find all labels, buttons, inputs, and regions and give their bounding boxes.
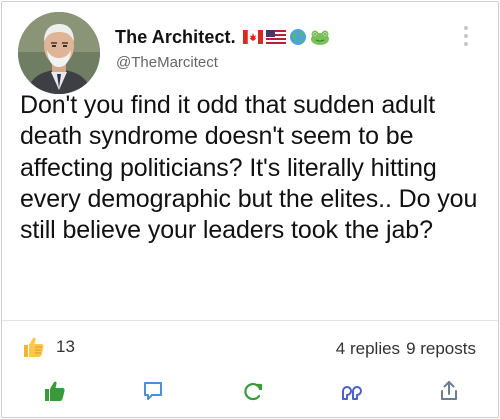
repost-button[interactable] [238, 376, 268, 406]
post-card[interactable]: The Architect. @TheMarcitect Don't you f… [1, 1, 499, 418]
replies-count[interactable]: 4 replies [336, 339, 400, 359]
share-button[interactable] [434, 376, 464, 406]
like-icon [45, 381, 65, 401]
globe-icon [289, 29, 306, 45]
reply-icon [144, 382, 162, 400]
author-display-name[interactable]: The Architect. [115, 27, 236, 48]
share-icon [441, 381, 457, 400]
avatar[interactable] [18, 12, 100, 94]
author-name-row: The Architect. [115, 24, 330, 50]
more-options-icon[interactable] [463, 24, 469, 48]
post-stats: 4 replies 9 reposts [336, 339, 476, 359]
thumbs-up-emoji-icon [24, 337, 44, 357]
quote-icon [342, 386, 362, 400]
author-handle[interactable]: @TheMarcitect [116, 54, 218, 71]
like-count-group[interactable]: 13 [22, 335, 75, 359]
quote-button[interactable] [336, 376, 366, 406]
divider [2, 320, 498, 321]
like-button[interactable] [40, 376, 70, 406]
avatar-portrait-icon [18, 12, 100, 94]
usa-flag-icon [265, 30, 286, 44]
reposts-count[interactable]: 9 reposts [406, 339, 476, 359]
frog-icon [310, 30, 329, 45]
author-name-emojis [242, 28, 330, 46]
reply-button[interactable] [138, 376, 168, 406]
canada-flag-icon [242, 30, 263, 44]
repost-icon [244, 382, 263, 401]
action-bar [2, 376, 498, 416]
post-body: Don't you find it odd that sudden adult … [20, 91, 478, 245]
like-count: 13 [56, 337, 75, 356]
